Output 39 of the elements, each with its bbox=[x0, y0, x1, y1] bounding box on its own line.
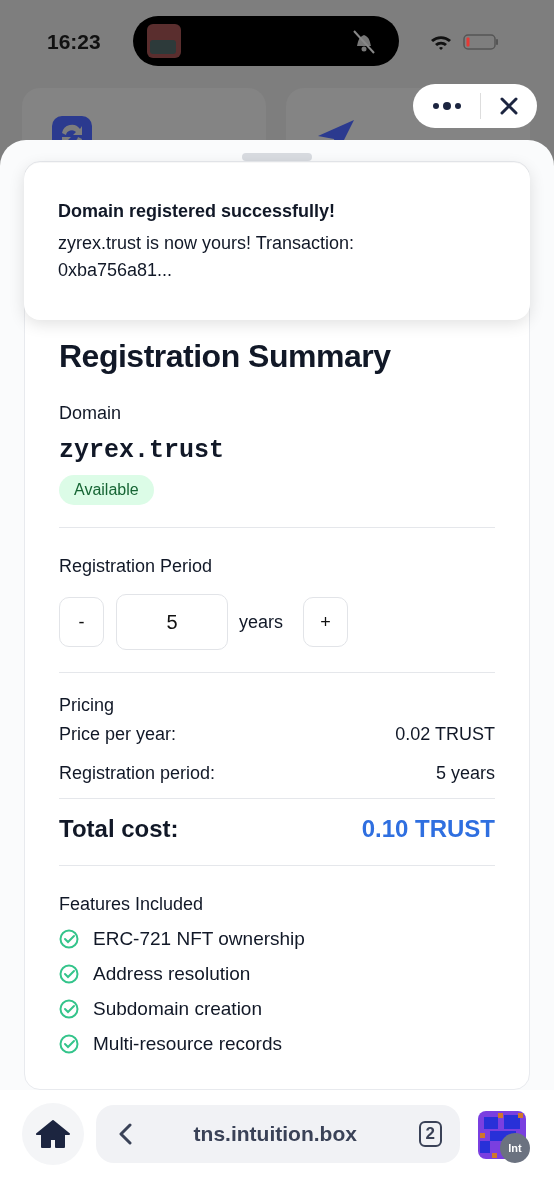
drag-handle[interactable] bbox=[242, 153, 312, 161]
total-label: Total cost: bbox=[59, 815, 179, 843]
price-value: 0.02 TRUST bbox=[395, 724, 495, 745]
feature-item: Address resolution bbox=[93, 963, 251, 985]
tab-count-button[interactable]: 2 bbox=[418, 1121, 442, 1147]
thumbnail-icon bbox=[146, 24, 181, 58]
pricing-heading: Pricing bbox=[59, 695, 116, 716]
status-time: 16:23 bbox=[47, 30, 101, 54]
feature-item: ERC-721 NFT ownership bbox=[93, 928, 305, 950]
period-label: Registration Period bbox=[59, 556, 214, 577]
app-badge: Int bbox=[500, 1133, 530, 1163]
increment-button[interactable]: + bbox=[303, 597, 348, 647]
home-icon bbox=[36, 1119, 70, 1149]
check-circle-icon bbox=[59, 929, 79, 949]
features-heading: Features Included bbox=[59, 894, 205, 915]
back-icon[interactable] bbox=[118, 1123, 132, 1145]
total-value: 0.10 TRUST bbox=[361, 815, 495, 843]
check-circle-icon bbox=[59, 1034, 79, 1054]
price-value: 5 years bbox=[435, 763, 495, 784]
toast-message: zyrex.trust is now yours! Transaction: 0xba756a81... bbox=[58, 232, 356, 282]
address-bar[interactable]: tns.intuition.box 2 bbox=[96, 1105, 460, 1163]
domain-label: Domain bbox=[59, 403, 123, 424]
more-icon[interactable] bbox=[432, 101, 463, 111]
battery-icon bbox=[462, 33, 499, 51]
years-input[interactable]: 5 bbox=[116, 594, 228, 650]
decrement-button[interactable]: - bbox=[59, 597, 104, 647]
url-text: tns.intuition.box bbox=[192, 1122, 358, 1146]
feature-item: Subdomain creation bbox=[93, 998, 262, 1020]
summary-title: Registration Summary bbox=[59, 338, 392, 375]
domain-name: zyrex.trust bbox=[59, 436, 226, 465]
toast-title: Domain registered successfully! bbox=[58, 201, 337, 222]
price-label: Registration period: bbox=[59, 763, 216, 784]
check-circle-icon bbox=[59, 964, 79, 984]
close-icon[interactable] bbox=[499, 97, 518, 115]
years-unit: years bbox=[239, 611, 283, 633]
feature-item: Multi-resource records bbox=[93, 1033, 282, 1055]
price-label: Price per year: bbox=[59, 724, 177, 745]
check-circle-icon bbox=[59, 999, 79, 1019]
status-badge: Available bbox=[59, 475, 154, 505]
